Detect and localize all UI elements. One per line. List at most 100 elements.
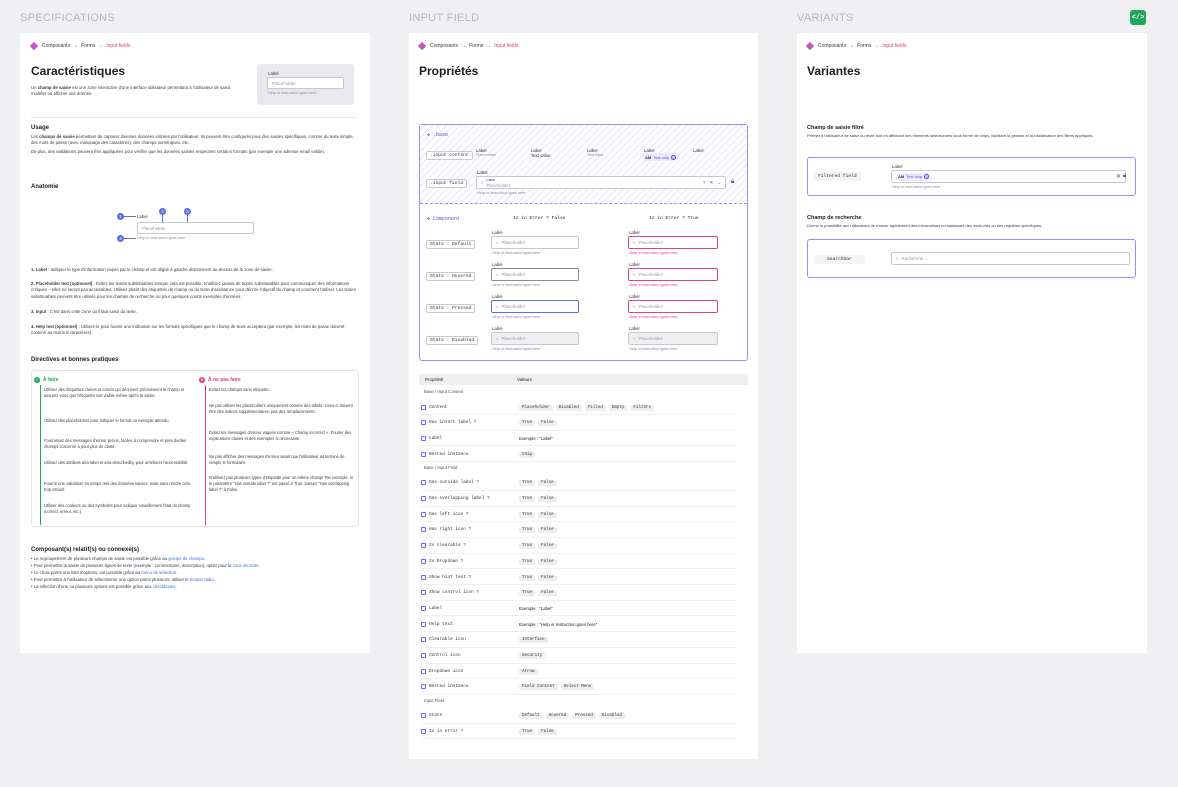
intro-text: Un champ de saisie est une zone interact…	[31, 85, 232, 97]
table-row: Help text Exemple : "Help or instruction …	[421, 617, 737, 633]
column-title-variants: VARIANTS	[797, 12, 854, 24]
property-name: Has outside label ?	[429, 480, 480, 486]
value-chip: True	[519, 590, 536, 597]
related-link[interactable]: checkboxes	[153, 584, 176, 589]
value-chip: False	[538, 728, 557, 735]
property-icon	[421, 605, 426, 611]
value-chip: False	[538, 590, 557, 597]
related-item: • Le choix parmi une liste d'options, es…	[31, 570, 178, 575]
related-link[interactable]: menu de sélection	[141, 570, 176, 575]
guidelines-title: Directives et bonnes pratiques	[31, 357, 119, 363]
col-header-true: Is in Error ? True	[649, 216, 699, 221]
table-row: Is clearable ? True False	[421, 539, 737, 554]
property-name: Has insert label ?	[429, 420, 477, 426]
breadcrumb-current: Input fields	[494, 43, 519, 49]
search-desc: Donne la possibilité aux utilisateurs de…	[807, 223, 1043, 228]
chevron-down-icon[interactable]: ⌄	[717, 180, 721, 186]
marker-2: 2	[159, 208, 166, 215]
clear-icon[interactable]: ✕	[1116, 173, 1121, 180]
marker-3: 3	[184, 208, 191, 215]
clear-icon[interactable]: ✕	[709, 180, 713, 186]
property-name: Nested instance	[429, 684, 469, 690]
property-icon	[421, 543, 426, 549]
dont-item: Ne pas afficher des messages d'erreur av…	[209, 454, 345, 465]
property-name: Clearable icon	[429, 637, 466, 643]
search-input[interactable]: ⌕ Recherche...	[891, 252, 1130, 265]
value-chip: Field Content	[519, 684, 558, 691]
property-icon	[421, 435, 426, 441]
input-pressed[interactable]: ⌕ Placeholder	[491, 300, 579, 313]
value-chip: Pressed	[572, 713, 596, 720]
component-icon	[805, 41, 815, 51]
property-icon	[421, 668, 426, 674]
lock-icon: 🔒︎	[1123, 173, 1127, 179]
dont-item: Ne pas utiliser les placeholders uniquem…	[209, 403, 353, 414]
input-default[interactable]: ⌕ Placeholder	[491, 236, 579, 249]
page-title: Variantes	[807, 64, 861, 78]
input-pressed-error[interactable]: ⌕ Placeholder	[628, 300, 718, 313]
property-icon	[421, 728, 426, 734]
state-row-pressed: State : Pressed Label ⌕ Placeholder Help …	[409, 294, 758, 326]
input-hovered[interactable]: ⌕ Placeholder	[491, 268, 579, 281]
help-icon[interactable]: ?	[703, 180, 706, 186]
property-name: Show control icon ?	[429, 590, 480, 596]
value-chip: Chip	[519, 451, 536, 458]
value-chip: False	[538, 543, 557, 550]
do-column: ✓ À faire	[34, 377, 191, 525]
search-icon: ⌕	[481, 180, 484, 185]
input-hovered-error[interactable]: ⌕ Placeholder	[628, 268, 718, 281]
table-section-title: Input Field	[424, 697, 445, 703]
search-icon: ⌕	[633, 240, 636, 245]
preview-input[interactable]: Placeholder	[267, 77, 344, 89]
specifications-panel: Composants → Forms → Input fields Caractér…	[20, 33, 370, 653]
related-link[interactable]: bouton radio	[190, 577, 214, 582]
breadcrumb-item[interactable]: Composants	[818, 43, 846, 49]
filtered-field-tag: Filtered field	[814, 172, 861, 181]
property-icon	[421, 404, 426, 410]
property-name: Has overlapping label ?	[429, 496, 490, 501]
search-icon: ⌕	[633, 304, 636, 309]
property-name: Is Dropdown ?	[429, 558, 464, 564]
search-icon: ⌕	[896, 256, 899, 261]
table-row: Has insert label ? True False	[421, 416, 737, 431]
value-chip: True	[519, 728, 536, 735]
anatomy-title: Anatomie	[31, 184, 59, 190]
base-tag: ❖ .base	[427, 132, 449, 138]
text-chip[interactable]: AM Text chip ✕	[643, 153, 679, 161]
table-section-title: Base / Input Field	[424, 464, 458, 470]
column-title-input-field: INPUT FIELD	[409, 12, 480, 24]
value-chip: Security	[519, 653, 546, 659]
close-icon[interactable]: ✕	[671, 154, 677, 160]
breadcrumb-item[interactable]: Composants	[430, 43, 458, 49]
table-row: Content Placeholder Disabled Filled Empty Fil…	[421, 400, 737, 415]
table-row: Is Dropdown ? True False	[421, 554, 737, 570]
searchbar-tag: Searchbar	[814, 255, 865, 264]
table-row: Has outside label ? True False	[421, 476, 737, 491]
anatomy-diagram: 1 2 3 4 Label Placeholder Help or instru…	[116, 208, 256, 243]
filtered-desc: Permet à l'utilisateur de saisir du text…	[807, 133, 1094, 138]
property-name: Has left icon ?	[429, 511, 469, 517]
input-disabled-error: ⌕ Placeholder	[628, 332, 718, 345]
column-title-specifications: SPECIFICATIONS	[20, 12, 116, 24]
value-chip: False	[538, 574, 557, 581]
breadcrumb-item[interactable]: Forms	[81, 43, 95, 49]
value-chip: True	[519, 574, 536, 581]
value-chip: Hovered	[545, 713, 570, 720]
value-chip: Arrow	[519, 668, 538, 675]
dev-mode-icon[interactable]: </>	[1130, 10, 1146, 25]
base-input[interactable]: ⌕ Label Placeholder ? ✕ ⌄	[476, 176, 726, 189]
breadcrumb-item[interactable]: Composants	[42, 43, 70, 49]
search-title: Champ de recherche	[807, 215, 862, 221]
do-item: Utilisez des étiquettes claires et conci…	[44, 387, 185, 398]
value-chip: Placeholder	[519, 404, 553, 411]
state-row-default: State : Default Label ⌕ Placeholder Help …	[409, 230, 758, 262]
filtered-input[interactable]: AM Text chip ✕ ✕	[891, 170, 1126, 183]
related-link[interactable]: groupe de champs	[168, 556, 204, 561]
related-link[interactable]: zone de texte	[233, 563, 259, 568]
text-chip[interactable]: AM Text chip ✕	[896, 172, 932, 181]
breadcrumb-item[interactable]: Forms	[857, 43, 871, 49]
component-tag: ❖ Component	[427, 216, 461, 222]
input-default-error[interactable]: ⌕ Placeholder	[628, 236, 718, 249]
search-icon: ⌕	[496, 336, 499, 341]
breadcrumb-item[interactable]: Forms	[469, 43, 483, 49]
